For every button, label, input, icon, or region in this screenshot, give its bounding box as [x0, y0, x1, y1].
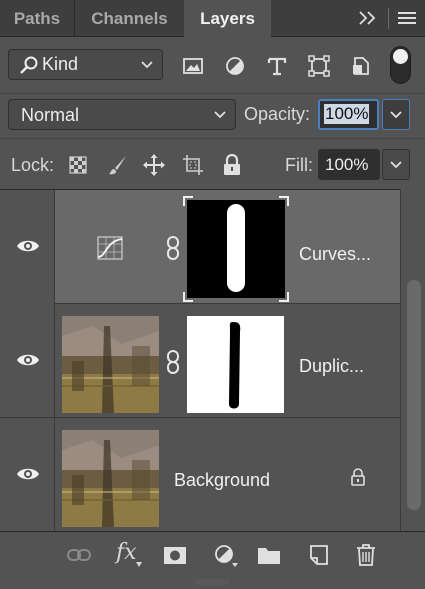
divider [388, 8, 389, 29]
pixel-filter-icon[interactable] [181, 54, 205, 78]
layers-bottom-toolbar: fx [0, 531, 425, 589]
filter-kind-select[interactable]: Kind [8, 49, 163, 80]
trash-icon[interactable] [353, 542, 379, 568]
blend-options-row: Normal Opacity: 100% [0, 93, 425, 138]
opacity-label: Opacity: [244, 104, 311, 124]
chevron-down-icon [141, 61, 153, 69]
smart-object-filter-icon[interactable] [349, 54, 373, 78]
filter-toggle-switch[interactable] [390, 46, 411, 84]
type-filter-icon[interactable] [265, 54, 289, 78]
panel-controls [345, 0, 425, 37]
opacity-dropdown-button[interactable] [382, 99, 410, 130]
resize-grip-icon[interactable] [195, 579, 229, 585]
layer-row-duplicate[interactable]: Duplic... [0, 304, 400, 418]
new-layer-icon[interactable] [306, 542, 332, 568]
layer-name[interactable]: Duplic... [299, 356, 364, 377]
tab-channels[interactable]: Channels [75, 0, 184, 37]
tab-paths[interactable]: Paths [0, 0, 75, 37]
mask-link-icon[interactable] [165, 349, 181, 375]
panel-tab-bar: Paths Channels Layers [0, 0, 425, 38]
search-icon [20, 56, 38, 74]
blend-mode-select[interactable]: Normal [8, 99, 236, 130]
visibility-cell[interactable] [0, 304, 55, 418]
chevron-down-icon [390, 111, 402, 119]
fill-value: 100% [325, 155, 369, 174]
tab-layers[interactable]: Layers [184, 0, 271, 38]
layer-name[interactable]: Curves... [299, 244, 371, 265]
mask-link-icon[interactable] [165, 235, 181, 261]
lock-options-row: Lock: Fill: 100% [0, 138, 425, 189]
visibility-cell[interactable] [0, 418, 55, 532]
chevron-down-icon [214, 111, 226, 119]
add-mask-icon[interactable] [162, 542, 188, 568]
lock-position-icon[interactable] [142, 153, 166, 177]
lock-icon[interactable] [349, 468, 367, 486]
scrollbar-thumb[interactable] [407, 280, 421, 510]
layer-mask-thumbnail[interactable] [187, 316, 284, 413]
lock-transparent-pixels-icon[interactable] [66, 153, 90, 177]
shape-filter-icon[interactable] [307, 54, 331, 78]
layers-list: Curves... Duplic... Background [0, 189, 400, 532]
fill-dropdown-button[interactable] [382, 149, 410, 180]
link-layers-icon[interactable] [66, 542, 92, 568]
new-group-folder-icon[interactable] [256, 542, 282, 568]
layer-name[interactable]: Background [174, 470, 270, 491]
fill-input[interactable]: 100% [318, 149, 380, 180]
lock-label: Lock: [11, 155, 55, 175]
fx-label: fx [116, 540, 137, 565]
curves-adjustment-icon [97, 236, 123, 260]
lock-all-icon[interactable] [220, 153, 244, 177]
collapse-panel-icon[interactable] [357, 8, 379, 28]
dropdown-triangle-icon [136, 562, 142, 567]
opacity-value: 100% [324, 104, 370, 124]
layers-scrollbar[interactable] [400, 189, 425, 531]
eye-icon[interactable] [16, 237, 40, 255]
layer-thumbnail[interactable] [62, 430, 159, 527]
opacity-input[interactable]: 100% [318, 99, 379, 130]
adjustment-filter-icon[interactable] [223, 54, 247, 78]
layer-style-fx-button[interactable]: fx [116, 540, 142, 568]
toggle-knob [393, 49, 408, 64]
layer-thumbnail[interactable] [62, 316, 159, 413]
layer-row-curves[interactable]: Curves... [0, 190, 400, 304]
fill-label: Fill: [285, 155, 313, 175]
lock-image-pixels-icon[interactable] [106, 153, 130, 177]
layer-filter-bar: Kind [0, 38, 425, 93]
visibility-cell[interactable] [0, 190, 55, 304]
panel-menu-icon[interactable] [397, 10, 417, 26]
layer-mask-thumbnail[interactable] [187, 200, 285, 298]
eye-icon[interactable] [16, 351, 40, 369]
filter-kind-label: Kind [42, 54, 79, 74]
new-adjustment-layer-icon[interactable] [212, 542, 238, 568]
lock-artboard-icon[interactable] [181, 153, 205, 177]
chevron-down-icon [390, 161, 402, 169]
layer-row-background[interactable]: Background [0, 418, 400, 532]
eye-icon[interactable] [16, 465, 40, 483]
blend-mode-value: Normal [21, 105, 80, 125]
